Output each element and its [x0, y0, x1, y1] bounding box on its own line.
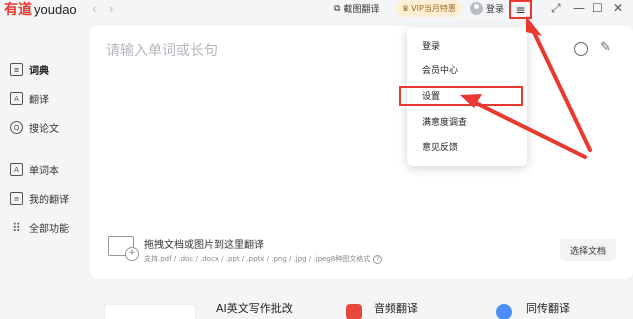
select-document-button[interactable]: 选择文档	[560, 239, 616, 261]
vip-label: VIP当月特惠	[411, 4, 456, 13]
logo-mark: 有道	[4, 2, 32, 18]
search-input[interactable]: 请输入单词或长句	[106, 40, 218, 60]
help-icon[interactable]: ?	[373, 254, 383, 264]
my-translation-icon: ≡	[10, 192, 23, 205]
upload-formats: 支持.pdf / .doc / .docx / .ppt / .pptx / .…	[144, 254, 383, 264]
menu-item-member-center[interactable]: 会员中心	[407, 57, 527, 81]
paper-search-icon: Q	[10, 121, 23, 134]
avatar-icon	[470, 2, 483, 15]
screenshot-translate-label: 截图翻译	[343, 5, 380, 15]
sidebar-item-wordbook[interactable]: A 单词本	[0, 155, 90, 184]
audio-translate-icon	[346, 304, 362, 319]
main-menu-button[interactable]: ≡	[509, 0, 532, 19]
sidebar-item-label: 我的翻译	[29, 195, 69, 206]
pin-window-icon[interactable]: ⤢	[551, 1, 561, 16]
title-bar: 有道 youdao ‹ › ⧉ 截图翻译 ♛ VIP当月特惠 登录 ≡ ⤢ — …	[0, 0, 633, 19]
settings-highlight-box	[399, 86, 523, 106]
upload-folder-icon[interactable]	[108, 236, 139, 261]
wordbook-icon: A	[10, 163, 23, 176]
menu-item-feedback[interactable]: 意见反馈	[407, 134, 527, 158]
sidebar-item-label: 全部功能	[29, 224, 69, 235]
app-logo: 有道 youdao	[4, 0, 77, 19]
ai-writing-card[interactable]: AI英文写作批改	[216, 300, 293, 316]
document-thumbnail	[104, 304, 196, 319]
hamburger-menu-icon: ≡	[515, 2, 526, 17]
dictionary-panel: 请输入单词或长句 ✎ 拖拽文档或图片到这里翻译 支持.pdf / .doc / …	[90, 26, 633, 279]
back-arrow-icon[interactable]: ‹	[92, 2, 97, 16]
sidebar-item-label: 词典	[29, 66, 49, 77]
screenshot-translate-button[interactable]: ⧉ 截图翻译	[334, 2, 380, 16]
crown-icon: ♛	[402, 4, 410, 13]
minimize-icon[interactable]: —	[573, 1, 585, 15]
sidebar-item-my-translation[interactable]: ≡ 我的翻译	[0, 184, 90, 213]
history-icon[interactable]	[574, 42, 588, 56]
sidebar-item-label: 搜论文	[29, 124, 59, 135]
simultaneous-translate-icon	[496, 304, 512, 319]
menu-item-login[interactable]: 登录	[407, 33, 527, 57]
close-icon[interactable]: ✕	[613, 1, 623, 15]
simultaneous-translate-card[interactable]: 同传翻译	[526, 300, 570, 316]
logo-word: youdao	[34, 1, 77, 17]
all-features-icon: ⠿	[12, 220, 21, 235]
audio-translate-card[interactable]: 音频翻译	[374, 300, 418, 316]
maximize-icon[interactable]: ☐	[592, 1, 603, 15]
upload-formats-text: 支持.pdf / .doc / .docx / .ppt / .pptx / .…	[144, 255, 371, 263]
history-navigation: ‹ ›	[92, 2, 114, 16]
handwriting-icon[interactable]: ✎	[600, 40, 611, 55]
upload-title: 拖拽文档或图片到这里翻译	[144, 240, 264, 251]
sidebar: ≡ 词典 A 翻译 Q 搜论文 A 单词本 ≡ 我的翻译 ⠿ 全部功能	[0, 55, 90, 242]
sidebar-item-paper-search[interactable]: Q 搜论文	[0, 113, 90, 142]
sidebar-item-dictionary[interactable]: ≡ 词典	[0, 55, 90, 84]
screenshot-icon: ⧉	[334, 3, 341, 14]
vip-promo-button[interactable]: ♛ VIP当月特惠	[396, 0, 462, 17]
sidebar-item-all-features[interactable]: ⠿ 全部功能	[0, 213, 90, 242]
translate-icon: A	[10, 92, 23, 105]
feature-cards: AI英文写作批改 音频翻译 同传翻译	[90, 290, 633, 319]
login-button[interactable]: 登录	[470, 2, 504, 15]
sidebar-item-translate[interactable]: A 翻译	[0, 84, 90, 113]
login-label: 登录	[486, 5, 505, 15]
menu-item-survey[interactable]: 满意度调查	[407, 109, 527, 133]
sidebar-item-label: 单词本	[29, 166, 59, 177]
sidebar-item-label: 翻译	[29, 95, 49, 106]
dictionary-icon: ≡	[10, 63, 23, 76]
forward-arrow-icon[interactable]: ›	[109, 2, 114, 16]
